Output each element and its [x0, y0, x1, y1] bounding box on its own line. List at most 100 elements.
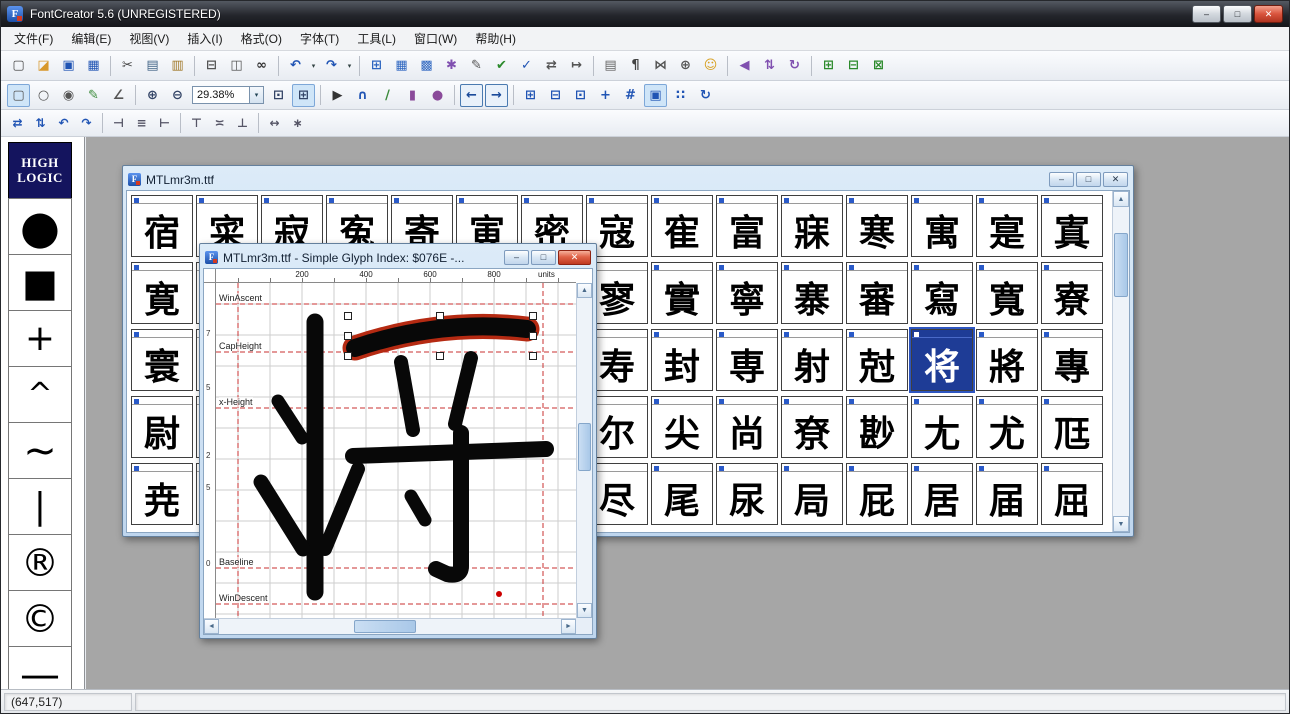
sort-ascending-button[interactable]: ⇅ [758, 54, 781, 77]
menu-tools[interactable]: 工具(L) [348, 28, 405, 50]
glyph-cell[interactable]: 専 [716, 329, 778, 391]
align-bottom-button[interactable]: ⊥ [232, 113, 253, 134]
underscore-sample[interactable]: — [8, 646, 72, 689]
menu-font[interactable]: 字体(T) [291, 28, 348, 50]
glyph-cell[interactable]: 局 [781, 463, 843, 525]
glyph-cell[interactable]: 寬 [976, 262, 1038, 324]
align-left-button[interactable]: ⊣ [108, 113, 129, 134]
glyph-cell[interactable]: 尾 [651, 463, 713, 525]
menu-edit[interactable]: 编辑(E) [62, 28, 120, 50]
rotate-ccw-button[interactable]: ↶ [53, 113, 74, 134]
validate-font-button[interactable]: ✓ [515, 54, 538, 77]
show-guidelines-button[interactable]: ⊡ [569, 84, 592, 107]
character-map-button[interactable]: ▩ [415, 54, 438, 77]
glyph-cell[interactable]: 尫 [1041, 396, 1103, 458]
glyph-cell[interactable]: 屈 [1041, 463, 1103, 525]
glyph-cell[interactable]: 將 [976, 329, 1038, 391]
contour-select-button[interactable]: ▶ [326, 84, 349, 107]
glyph-cell[interactable]: 尭 [131, 463, 193, 525]
undo-button[interactable]: ↶ [284, 54, 307, 77]
scroll-up-button[interactable]: ▲ [1113, 191, 1129, 207]
scroll-up-button[interactable]: ▲ [577, 283, 592, 298]
show-metrics-button[interactable]: ⊟ [544, 84, 567, 107]
glyph-overview-button[interactable]: ▦ [390, 54, 413, 77]
menu-insert[interactable]: 插入(I) [178, 28, 231, 50]
font-preview-button[interactable]: ☺ [699, 54, 722, 77]
glyph-cell[interactable]: 寉 [651, 195, 713, 257]
font-properties-button[interactable]: ▤ [599, 54, 622, 77]
overview-minimize-button[interactable]: – [1049, 172, 1074, 187]
zoom-out-button[interactable]: ⊖ [166, 84, 189, 107]
export-glyphs-button[interactable]: ⊞ [817, 54, 840, 77]
editor-hscrollbar[interactable]: ◄ ► [204, 618, 576, 634]
copy-button[interactable]: ▤ [141, 54, 164, 77]
print-preview-button[interactable]: ◫ [225, 54, 248, 77]
scroll-thumb[interactable] [1114, 233, 1128, 297]
paste-button[interactable]: ▥ [166, 54, 189, 77]
measure-tool-button[interactable]: ∠ [107, 84, 130, 107]
scroll-thumb[interactable] [354, 620, 416, 633]
snap-to-guidelines-button[interactable]: # [619, 84, 642, 107]
sort-glyphs-button[interactable]: ◀ [733, 54, 756, 77]
glyph-cell[interactable]: 尞 [781, 396, 843, 458]
format-settings-button[interactable]: ¶ [624, 54, 647, 77]
plus-sign-sample[interactable]: + [8, 310, 72, 367]
scroll-down-button[interactable]: ▼ [1113, 516, 1129, 532]
editor-maximize-button[interactable]: □ [531, 250, 556, 265]
glyph-edit-canvas[interactable]: WinAscentCapHeightx-HeightBaselineWinDes… [216, 283, 576, 618]
flip-horizontal-button[interactable]: ⇄ [7, 113, 28, 134]
redo-button[interactable]: ↷ [320, 54, 343, 77]
ellipse-tool-button[interactable]: ● [426, 84, 449, 107]
rotate-tools-button[interactable]: ↻ [783, 54, 806, 77]
align-top-button[interactable]: ⊤ [186, 113, 207, 134]
contour-direction-button[interactable]: ↻ [694, 84, 717, 107]
print-button[interactable]: ⊟ [200, 54, 223, 77]
glyph-cell[interactable]: 射 [781, 329, 843, 391]
minimize-button[interactable]: – [1192, 5, 1221, 23]
overview-title-bar[interactable]: F MTLmr3m.ttf – □ ✕ [126, 169, 1130, 190]
test-font-button[interactable]: ✔ [490, 54, 513, 77]
snap-to-grid-button[interactable]: + [594, 84, 617, 107]
scroll-down-button[interactable]: ▼ [577, 603, 592, 618]
glyph-cell[interactable]: 寓 [911, 195, 973, 257]
glyph-cell[interactable]: 寔 [976, 195, 1038, 257]
glyph-cell[interactable]: 届 [976, 463, 1038, 525]
open-font-button[interactable]: ◪ [32, 54, 55, 77]
transform-wizard-button[interactable]: ✱ [440, 54, 463, 77]
menu-view[interactable]: 视图(V) [120, 28, 178, 50]
cut-button[interactable]: ✂ [116, 54, 139, 77]
editor-vscrollbar[interactable]: ▲ ▼ [576, 283, 592, 618]
glyph-cell[interactable]: 審 [846, 262, 908, 324]
redo-dropdown-button[interactable]: ▾ [344, 54, 355, 77]
overview-maximize-button[interactable]: □ [1076, 172, 1101, 187]
glyph-cell[interactable]: 尅 [846, 329, 908, 391]
black-square-sample[interactable]: ■ [8, 254, 72, 311]
line-tool-button[interactable]: ∕ [376, 84, 399, 107]
scroll-right-button[interactable]: ► [561, 619, 576, 634]
glyph-cell[interactable]: 将 [911, 329, 973, 391]
insert-character-button[interactable]: ⊞ [365, 54, 388, 77]
menu-window[interactable]: 窗口(W) [405, 28, 466, 50]
autometrics-button[interactable]: ↦ [565, 54, 588, 77]
next-glyph-button[interactable]: → [485, 84, 508, 107]
join-contours-button[interactable]: ∗ [287, 113, 308, 134]
glyph-cell[interactable]: 寛 [131, 262, 193, 324]
glyph-cell[interactable]: 封 [651, 329, 713, 391]
find-button[interactable]: ∞ [250, 54, 273, 77]
undo-dropdown-button[interactable]: ▾ [308, 54, 319, 77]
editor-minimize-button[interactable]: – [504, 250, 529, 265]
freehand-select-button[interactable]: ○ [32, 84, 55, 107]
codepage-button[interactable]: ⊕ [674, 54, 697, 77]
glyph-cell[interactable]: 富 [716, 195, 778, 257]
glyph-cell[interactable]: 宿 [131, 195, 193, 257]
glyph-cell[interactable]: 寧 [716, 262, 778, 324]
point-numbers-button[interactable]: ∷ [669, 84, 692, 107]
select-tool-button[interactable]: ▢ [7, 84, 30, 107]
sync-glyphs-button[interactable]: ⊠ [867, 54, 890, 77]
glyph-cell[interactable]: 寨 [781, 262, 843, 324]
glyph-cell[interactable]: 寐 [781, 195, 843, 257]
maximize-button[interactable]: □ [1223, 5, 1252, 23]
glyph-info-button[interactable]: ▣ [644, 84, 667, 107]
tilde-sample[interactable]: ~ [8, 422, 72, 479]
rectangle-tool-button[interactable]: ▮ [401, 84, 424, 107]
